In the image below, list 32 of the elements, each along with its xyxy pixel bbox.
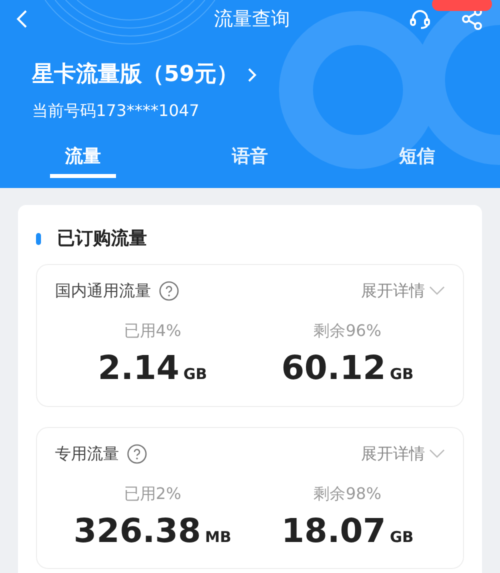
- used-percent: 已用4%: [124, 320, 182, 342]
- back-icon[interactable]: [16, 9, 28, 29]
- help-icon[interactable]: [127, 444, 147, 464]
- amount-value: 60.12: [281, 351, 386, 384]
- tab[interactable]: 短信: [384, 143, 450, 178]
- chevron-right-icon: [246, 66, 257, 82]
- amount-value: 2.14: [98, 351, 180, 384]
- amount-value: 18.07: [281, 514, 386, 546]
- expand-details-button[interactable]: 展开详情: [361, 442, 445, 466]
- package-name: 专用流量: [55, 442, 119, 464]
- tab[interactable]: 流量: [50, 143, 116, 178]
- help-icon[interactable]: [159, 281, 179, 301]
- chevron-down-icon: [429, 286, 445, 296]
- package-name: 国内通用流量: [55, 280, 151, 302]
- headset-icon[interactable]: [408, 7, 432, 31]
- plan-name[interactable]: 星卡流量版（59元）: [32, 58, 239, 91]
- expand-details-button[interactable]: 展开详情: [361, 279, 445, 303]
- notification-badge: [432, 0, 492, 11]
- amount-value: 326.38: [74, 514, 201, 546]
- page-title: 流量查询: [214, 6, 290, 32]
- amount-unit: GB: [390, 364, 414, 385]
- remaining-percent: 剩余96%: [314, 320, 382, 342]
- section-marker: [36, 232, 41, 244]
- amount-unit: GB: [183, 364, 208, 385]
- tab[interactable]: 语音: [217, 143, 283, 178]
- amount-unit: GB: [390, 526, 414, 548]
- phone-number: 当前号码173****1047: [31, 100, 200, 122]
- used-percent: 已用2%: [124, 482, 182, 504]
- remaining-percent: 剩余98%: [314, 482, 382, 504]
- section-title: 已订购流量: [57, 227, 147, 251]
- chevron-down-icon: [429, 448, 445, 458]
- amount-unit: MB: [204, 526, 232, 548]
